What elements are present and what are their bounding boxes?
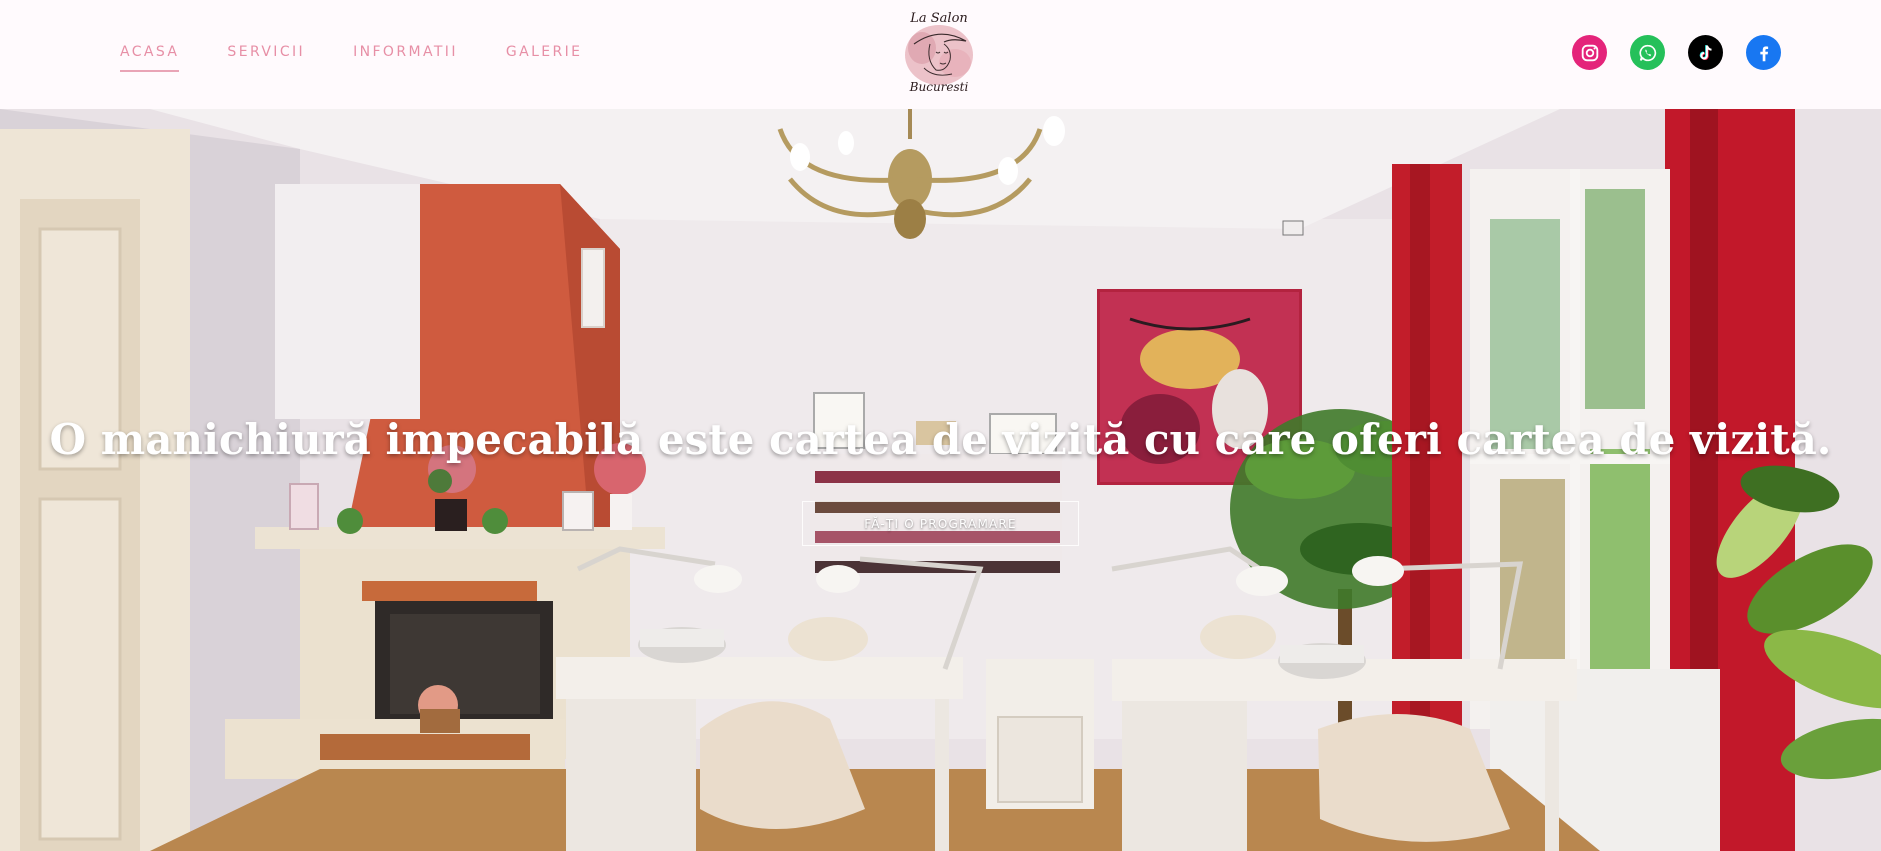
facebook-icon[interactable] bbox=[1746, 35, 1781, 70]
hero-title: O manichiură impecabilă este cartea de v… bbox=[49, 415, 1832, 464]
main-nav: ACASA SERVICII INFORMATII GALERIE bbox=[120, 44, 582, 72]
nav-item-servicii[interactable]: SERVICII bbox=[227, 44, 305, 72]
book-appointment-button[interactable]: FĂ-ȚI O PROGRAMARE bbox=[802, 501, 1079, 546]
instagram-icon[interactable] bbox=[1572, 35, 1607, 70]
logo-text-top: La Salon bbox=[910, 11, 968, 26]
site-header: ACASA SERVICII INFORMATII GALERIE La Sal… bbox=[0, 0, 1881, 109]
nav-item-galerie[interactable]: GALERIE bbox=[506, 44, 583, 72]
site-logo[interactable]: La Salon Bucuresti bbox=[900, 8, 978, 100]
logo-text-bottom: Bucuresti bbox=[909, 80, 969, 94]
tiktok-icon[interactable] bbox=[1688, 35, 1723, 70]
whatsapp-icon[interactable] bbox=[1630, 35, 1665, 70]
nav-item-informatii[interactable]: INFORMATII bbox=[353, 44, 458, 72]
salon-interior-photo bbox=[0, 109, 1881, 851]
social-links bbox=[1572, 35, 1781, 70]
nav-item-acasa[interactable]: ACASA bbox=[120, 44, 180, 72]
hero-section: O manichiură impecabilă este cartea de v… bbox=[0, 109, 1881, 851]
